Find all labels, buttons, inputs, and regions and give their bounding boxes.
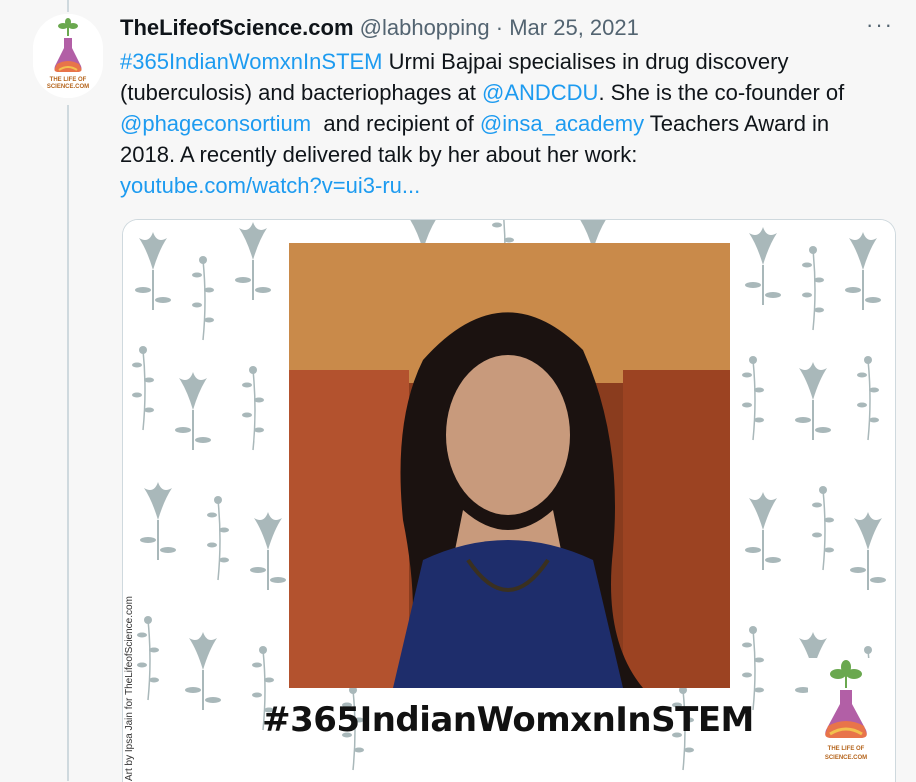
image-hashtag-banner: #365IndianWomxnInSTEM [262, 700, 754, 740]
mention-insa-academy[interactable]: @insa_academy [480, 111, 644, 136]
image-corner-logo: THE LIFE OF SCIENCE.COM [808, 658, 884, 776]
tweet-line-3: @phageconsortium and recipient of @insa_… [120, 108, 890, 139]
text-segment: Teachers Award in [644, 111, 830, 136]
avatar-logo-text-1: THE LIFE OF [50, 77, 87, 83]
text-segment: and recipient of [311, 111, 480, 136]
tweet-date[interactable]: Mar 25, 2021 [509, 15, 639, 40]
text-segment: (tuberculosis) and bacteriophages at [120, 80, 482, 105]
corner-logo-text-1: THE LIFE OF [828, 746, 865, 752]
tweet-text: #365IndianWomxnInSTEM Urmi Bajpai specia… [120, 46, 890, 201]
corner-logo-text-2: SCIENCE.COM [825, 755, 867, 761]
tweet-line-5: youtube.com/watch?v=ui3-ru... [120, 170, 890, 201]
hashtag-link[interactable]: #365IndianWomxnInSTEM [120, 49, 383, 74]
text-segment: Urmi Bajpai specialises in drug discover… [382, 49, 789, 74]
flask-plant-logo-icon: THE LIFE OF SCIENCE.COM [33, 14, 103, 98]
flask-plant-logo-icon: THE LIFE OF SCIENCE.COM [825, 660, 867, 761]
tweet-line-2: (tuberculosis) and bacteriophages at @AN… [120, 77, 890, 108]
avatar[interactable]: THE LIFE OF SCIENCE.COM [33, 14, 103, 98]
artist-credit: Art by Ipsa Jain for TheLifeofScience.co… [124, 596, 135, 781]
floral-pattern-background [123, 220, 895, 782]
tweet-line-1: #365IndianWomxnInSTEM Urmi Bajpai specia… [120, 46, 890, 77]
tweet-media-image[interactable] [122, 219, 896, 782]
thread-connector [67, 105, 69, 781]
text-segment: . She is the co-founder of [598, 80, 845, 105]
youtube-link[interactable]: youtube.com/watch?v=ui3-ru... [120, 173, 420, 198]
user-handle[interactable]: @labhopping [360, 15, 490, 40]
display-name[interactable]: TheLifeofScience.com [120, 15, 354, 40]
portrait-photo [289, 243, 730, 688]
separator-dot: · [495, 15, 504, 40]
more-options-icon[interactable]: ··· [866, 12, 894, 38]
mention-andcdu[interactable]: @ANDCDU [482, 80, 598, 105]
tweet-line-4: 2018. A recently delivered talk by her a… [120, 139, 890, 170]
tweet-header: TheLifeofScience.com @labhopping · Mar 2… [120, 14, 639, 42]
text-segment: 2018. A recently delivered talk by her a… [120, 142, 638, 167]
thread-connector-top [67, 0, 69, 12]
avatar-logo-text-2: SCIENCE.COM [47, 84, 89, 90]
mention-phageconsortium[interactable]: @phageconsortium [120, 111, 311, 136]
tweet[interactable]: THE LIFE OF SCIENCE.COM TheLifeofScience… [0, 0, 916, 782]
